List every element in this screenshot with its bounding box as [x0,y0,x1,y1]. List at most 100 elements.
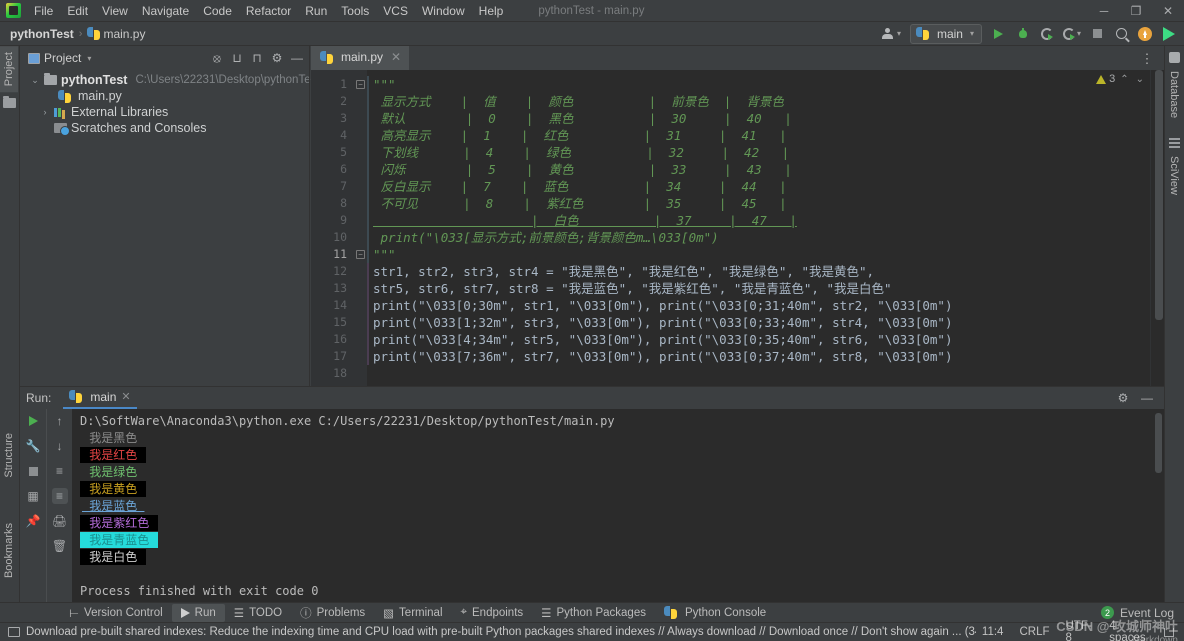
chevron-down-icon[interactable]: ⌄ [30,75,40,86]
editor-tab-mainpy[interactable]: main.py ✕ [311,46,409,70]
gear-icon[interactable]: ⚙ [1114,389,1132,407]
menu-navigate[interactable]: Navigate [135,1,196,21]
run-button[interactable] [988,23,1010,45]
close-button[interactable]: ✕ [1152,0,1184,22]
read-only-lock-icon[interactable] [1164,628,1174,637]
pin-icon[interactable]: 📌 [25,513,41,529]
tool-window-terminal[interactable]: ▧ Terminal [374,604,451,622]
menu-edit[interactable]: Edit [60,1,95,21]
tree-path: C:\Users\22231\Desktop\pythonTest [135,74,319,86]
scroll-down-icon[interactable]: ↓ [52,438,68,454]
soft-wrap-icon[interactable]: ≡ [52,463,68,479]
window-controls: ─ ❐ ✕ [1088,0,1184,22]
tool-window-python-packages[interactable]: ☰ Python Packages [532,604,655,622]
print-icon[interactable]: 🖨 [52,513,68,529]
search-everywhere-icon [1116,28,1127,39]
maximize-button[interactable]: ❐ [1120,0,1152,22]
sidebar-tab-project[interactable]: Project [0,46,18,92]
file-encoding[interactable]: UTF-8 [1065,620,1093,641]
tool-window-bar: ⊢ Version Control Run ☰ TODO ⓘ Problems … [0,602,1184,622]
collapse-all-icon[interactable]: ⊓ [248,49,266,67]
menu-window[interactable]: Window [415,1,472,21]
menu-refactor[interactable]: Refactor [239,1,298,21]
hide-panel-icon[interactable]: — [288,49,306,67]
tool-window-version-control[interactable]: ⊢ Version Control [60,604,172,622]
sciview-grid-icon[interactable] [1169,138,1180,148]
folder-icon [44,75,57,85]
console-icon[interactable]: ▦ [25,488,41,504]
hide-panel-icon[interactable]: — [1138,389,1156,407]
close-icon[interactable]: ✕ [391,50,401,64]
tree-node-scratches[interactable]: Scratches and Consoles [20,120,310,136]
line-number: 5 [311,144,355,161]
trash-icon[interactable]: 🗑 [52,538,68,554]
fold-marker-close[interactable]: − [356,250,365,259]
run-console-output[interactable]: D:\SoftWare\Anaconda3\python.exe C:/User… [72,409,1164,602]
notification-icon[interactable] [8,627,20,637]
settings-gear-icon[interactable]: ⚙ [268,49,286,67]
search-everywhere-button[interactable] [1110,23,1132,45]
sidebar-tab-database[interactable]: Database [1165,65,1183,124]
stop-button[interactable] [1086,23,1108,45]
sidebar-tab-sciview[interactable]: SciView [1165,150,1183,201]
breadcrumb-project[interactable]: pythonTest [10,27,74,41]
update-button[interactable] [1134,23,1156,45]
scroll-to-end-icon[interactable]: ≡ [52,488,68,504]
tree-node-external-libraries[interactable]: › External Libraries [20,104,310,120]
run-tab-main[interactable]: main ✕ [63,388,136,409]
tree-node-mainpy[interactable]: main.py [20,88,310,104]
close-icon[interactable]: ✕ [121,390,130,403]
database-icon[interactable] [1169,52,1180,63]
tool-window-problems[interactable]: ⓘ Problems [291,604,374,622]
chevron-up-icon[interactable]: ⌃ [1118,74,1130,85]
sidebar-tab-bookmarks[interactable]: Bookmarks [0,517,18,584]
tool-window-todo[interactable]: ☰ TODO [225,604,291,622]
chevron-down-icon[interactable]: ⌄ [1134,74,1146,85]
endpoints-icon: ⌖ [461,606,467,619]
tree-label: Scratches and Consoles [71,121,207,135]
menu-tools[interactable]: Tools [334,1,376,21]
share-project-button[interactable]: ▾ [879,23,904,45]
breadcrumb-separator: › [79,28,83,40]
line-separator[interactable]: CRLF [1019,626,1049,638]
menu-help[interactable]: Help [472,1,511,21]
run-configuration-selector[interactable]: main ▾ [910,24,982,44]
caret-position[interactable]: 11:4 [982,626,1004,638]
menu-code[interactable]: Code [196,1,239,21]
big-run-button[interactable] [1158,23,1180,45]
chevron-right-icon[interactable]: › [40,107,50,117]
rerun-play-icon[interactable] [25,413,41,429]
profile-button[interactable]: ▾ [1060,23,1084,45]
inspection-warning-badge[interactable]: 3 ⌃ ⌄ [1096,73,1146,85]
tool-window-label: Python Packages [556,607,646,619]
locate-icon[interactable]: ⦻ [208,49,226,67]
breadcrumb-file[interactable]: main.py [103,27,145,41]
sidebar-tab-structure[interactable]: Structure [0,427,18,484]
fold-marker-open[interactable]: − [356,80,365,89]
wrench-icon[interactable]: 🔧 [25,438,41,454]
scroll-up-icon[interactable]: ↑ [52,413,68,429]
run-with-coverage-button[interactable] [1036,23,1058,45]
menu-vcs[interactable]: VCS [376,1,415,21]
menu-view[interactable]: View [95,1,135,21]
tool-window-endpoints[interactable]: ⌖ Endpoints [452,604,533,622]
tool-window-python-console[interactable]: Python Console [655,604,775,622]
python-config-icon [916,27,929,40]
expand-all-icon[interactable]: ⊔ [228,49,246,67]
minimize-button[interactable]: ─ [1088,0,1120,22]
console-scrollbar-thumb[interactable] [1155,413,1162,473]
chevron-down-icon[interactable]: ▾ [87,54,91,63]
debug-button[interactable] [1012,23,1034,45]
tool-window-run[interactable]: Run [172,604,225,622]
more-options-icon[interactable]: ⋮ [1136,48,1158,70]
tree-node-pythontest[interactable]: ⌄ pythonTest C:\Users\22231\Desktop\pyth… [20,72,310,88]
scrollbar-thumb[interactable] [1155,70,1163,320]
stop-icon[interactable] [25,463,41,479]
menu-file[interactable]: File [27,1,60,21]
indent-setting[interactable]: 4 spaces [1109,620,1148,641]
folder-icon[interactable] [3,98,16,108]
status-message[interactable]: Download pre-built shared indexes: Reduc… [26,626,976,638]
console-output-line: 我是黄色 [80,481,1164,498]
event-log-area[interactable]: 2 Event Log [1101,606,1184,620]
menu-run[interactable]: Run [298,1,334,21]
